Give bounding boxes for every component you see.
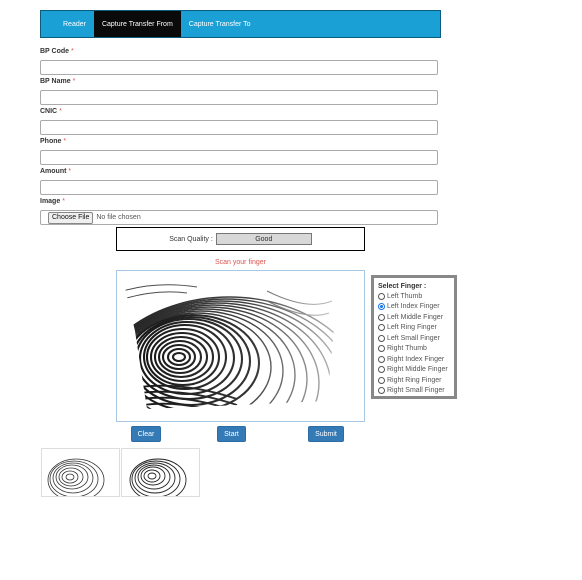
- scan-quality-value: Good: [215, 233, 312, 245]
- finger-option-right-index[interactable]: Right Index Finger: [378, 354, 450, 365]
- phone-input[interactable]: [40, 150, 438, 165]
- cnic-label-text: CNIC: [40, 108, 58, 115]
- image-label-text: Image: [40, 198, 61, 205]
- radio-icon[interactable]: [378, 345, 385, 353]
- bp-name-label: BP Name *: [40, 78, 75, 85]
- submit-button[interactable]: Submit: [308, 426, 344, 442]
- finger-option-right-small[interactable]: Right Small Finger: [378, 386, 450, 397]
- radio-icon[interactable]: [378, 292, 385, 300]
- bp-name-input[interactable]: [40, 90, 438, 105]
- radio-icon[interactable]: [378, 355, 385, 363]
- radio-icon[interactable]: [378, 324, 385, 332]
- finger-option-right-ring[interactable]: Right Ring Finger: [378, 375, 450, 386]
- tab-capture-transfer-from-label: Capture Transfer From: [101, 20, 173, 28]
- radio-checked-icon[interactable]: [378, 303, 385, 311]
- tab-capture-transfer-from[interactable]: Capture Transfer From: [93, 11, 181, 37]
- finger-option-left-ring[interactable]: Left Ring Finger: [378, 323, 450, 334]
- select-finger-title: Select Finger :: [378, 283, 427, 290]
- tab-reader-label: Reader: [63, 20, 86, 28]
- radio-icon[interactable]: [378, 387, 385, 395]
- finger-option-left-middle[interactable]: Left Middle Finger: [378, 312, 450, 323]
- finger-option-right-middle[interactable]: Right Middle Finger: [378, 365, 450, 376]
- finger-option-left-small[interactable]: Left Small Finger: [378, 333, 450, 344]
- finger-option-left-thumb[interactable]: Left Thumb: [378, 291, 450, 302]
- fingerprint-thumbnail-graphic: [129, 458, 187, 496]
- bp-code-label: BP Code *: [40, 48, 74, 55]
- scan-quality-label: Scan Quality :: [169, 235, 213, 243]
- bp-code-input[interactable]: [40, 60, 438, 75]
- tab-capture-transfer-to[interactable]: Capture Transfer To: [181, 11, 259, 37]
- fingerprint-image: [116, 270, 365, 422]
- finger-option-label: Left Index Finger: [387, 303, 440, 311]
- scan-quality-box: Scan Quality : Good: [116, 227, 365, 251]
- required-marker: *: [62, 198, 65, 205]
- clear-button[interactable]: Clear: [131, 426, 161, 442]
- scan-message: Scan your finger: [215, 259, 266, 266]
- bp-name-label-text: BP Name: [40, 78, 71, 85]
- finger-option-label: Right Ring Finger: [387, 376, 442, 384]
- radio-icon[interactable]: [378, 376, 385, 384]
- cnic-input[interactable]: [40, 120, 438, 135]
- finger-option-label: Left Ring Finger: [387, 324, 437, 332]
- finger-option-label: Right Small Finger: [387, 387, 445, 395]
- phone-label: Phone *: [40, 138, 66, 145]
- start-button[interactable]: Start: [217, 426, 246, 442]
- radio-icon[interactable]: [378, 366, 385, 374]
- finger-option-left-index[interactable]: Left Index Finger: [378, 302, 450, 313]
- radio-icon[interactable]: [378, 334, 385, 342]
- file-status: No file chosen: [96, 214, 141, 221]
- fingerprint-thumbnail[interactable]: [121, 448, 200, 497]
- finger-option-label: Left Thumb: [387, 292, 423, 300]
- choose-file-button[interactable]: Choose File: [48, 211, 94, 224]
- cnic-label: CNIC *: [40, 108, 62, 115]
- fingerprint-thumbnail-graphic: [47, 458, 105, 496]
- radio-icon[interactable]: [378, 313, 385, 321]
- finger-option-label: Right Middle Finger: [387, 366, 448, 374]
- required-marker: *: [59, 108, 62, 115]
- required-marker: *: [72, 78, 76, 85]
- finger-option-label: Left Middle Finger: [387, 313, 444, 321]
- bp-code-label-text: BP Code: [40, 48, 70, 55]
- required-marker: *: [71, 48, 74, 55]
- required-marker: *: [63, 138, 67, 145]
- finger-option-label: Right Index Finger: [387, 355, 445, 363]
- required-marker: *: [68, 168, 72, 175]
- tab-reader[interactable]: Reader: [41, 11, 94, 37]
- finger-option-label: Left Small Finger: [387, 334, 440, 342]
- tab-capture-transfer-to-label: Capture Transfer To: [188, 20, 251, 28]
- image-file-input[interactable]: Choose File No file chosen: [40, 210, 438, 225]
- fingerprint-graphic: [117, 271, 364, 421]
- amount-label: Amount *: [40, 168, 71, 175]
- amount-label-text: Amount: [40, 168, 67, 175]
- fingerprint-thumbnail[interactable]: [41, 448, 120, 497]
- tab-bar: Reader Capture Transfer From Capture Tra…: [40, 10, 441, 38]
- finger-option-label: Right Thumb: [387, 345, 427, 353]
- image-label: Image *: [40, 198, 65, 205]
- amount-input[interactable]: [40, 180, 438, 195]
- phone-label-text: Phone: [40, 138, 62, 145]
- select-finger-panel: Select Finger : Left Thumb Left Index Fi…: [371, 275, 457, 399]
- finger-option-right-thumb[interactable]: Right Thumb: [378, 344, 450, 355]
